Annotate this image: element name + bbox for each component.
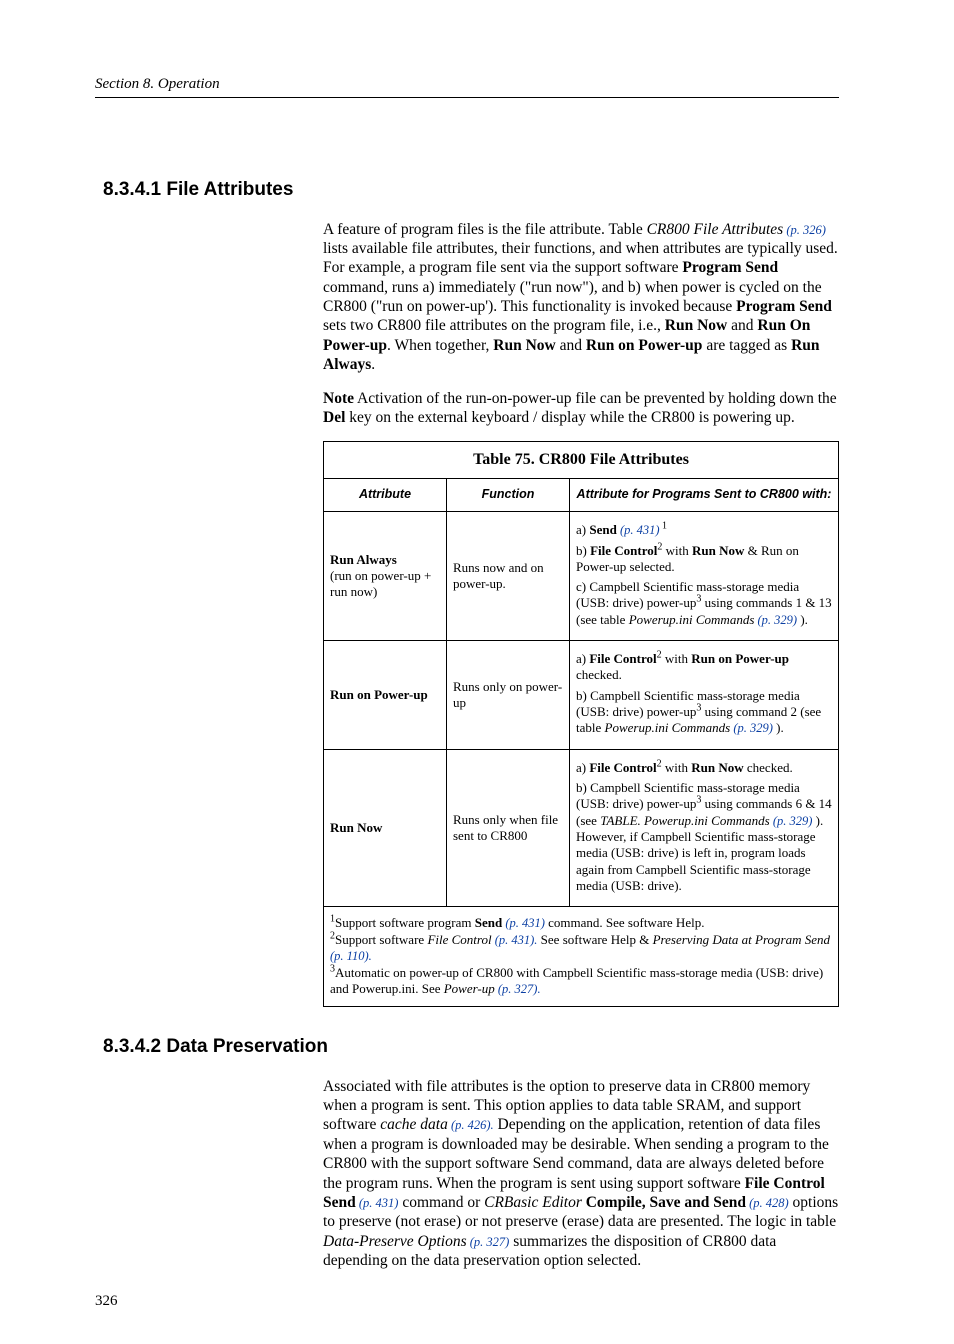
cell-attr: Run Now <box>324 749 447 906</box>
table-footnotes-row: 1Support software program Send (p. 431) … <box>324 907 839 1007</box>
footnotes: 1Support software program Send (p. 431) … <box>324 907 839 1007</box>
link-p431[interactable]: (p. 431) <box>502 916 545 930</box>
para-2: Associated with file attributes is the o… <box>323 1077 839 1271</box>
note: Note Activation of the run-on-power-up f… <box>323 389 839 428</box>
link-p326[interactable]: (p. 326) <box>783 223 826 237</box>
para-1: A feature of program files is the file a… <box>323 220 839 375</box>
cell-func: Runs only when file sent to CR800 <box>447 749 570 906</box>
table-caption: Table 75. CR800 File Attributes <box>323 441 839 478</box>
link-p431[interactable]: (p. 431). <box>492 933 538 947</box>
body: A feature of program files is the file a… <box>323 220 839 1007</box>
heading-data-preservation: 8.3.4.2 Data Preservation <box>103 1035 839 1059</box>
link-p327[interactable]: (p. 327). <box>495 982 541 996</box>
link-p431[interactable]: (p. 431) <box>617 523 660 537</box>
table-row: Run on Power-up Runs only on power-up a)… <box>324 641 839 750</box>
page-number: 326 <box>95 1292 118 1311</box>
table-row: Run Always (run on power-up + run now) R… <box>324 511 839 640</box>
file-attributes-table: Table 75. CR800 File Attributes Attribut… <box>323 441 839 1007</box>
th-sent-with: Attribute for Programs Sent to CR800 wit… <box>570 479 839 512</box>
cell-sent: a) Send (p. 431) 1 b) File Control2 with… <box>570 511 839 640</box>
link-p431[interactable]: (p. 431) <box>356 1196 399 1210</box>
cell-attr: Run on Power-up <box>324 641 447 750</box>
link-p426[interactable]: (p. 426). <box>448 1118 494 1132</box>
cell-sent: a) File Control2 with Run Now checked. b… <box>570 749 839 906</box>
table-row: Run Now Runs only when file sent to CR80… <box>324 749 839 906</box>
th-function: Function <box>447 479 570 512</box>
table-header-row: Attribute Function Attribute for Program… <box>324 479 839 512</box>
link-p327[interactable]: (p. 327) <box>467 1235 510 1249</box>
cell-attr: Run Always (run on power-up + run now) <box>324 511 447 640</box>
link-p329[interactable]: (p. 329) <box>770 814 813 828</box>
heading-file-attributes: 8.3.4.1 File Attributes <box>103 178 839 202</box>
running-head: Section 8. Operation <box>95 75 839 98</box>
cell-sent: a) File Control2 with Run on Power-up ch… <box>570 641 839 750</box>
link-p329[interactable]: (p. 329) <box>754 613 797 627</box>
link-p428[interactable]: (p. 428) <box>746 1196 789 1210</box>
page: Section 8. Operation 8.3.4.1 File Attrib… <box>0 0 954 1344</box>
cell-func: Runs now and on power-up. <box>447 511 570 640</box>
link-p329[interactable]: (p. 329) <box>730 721 773 735</box>
cell-func: Runs only on power-up <box>447 641 570 750</box>
body-2: Associated with file attributes is the o… <box>323 1077 839 1271</box>
th-attribute: Attribute <box>324 479 447 512</box>
link-p110[interactable]: (p. 110). <box>330 949 372 963</box>
